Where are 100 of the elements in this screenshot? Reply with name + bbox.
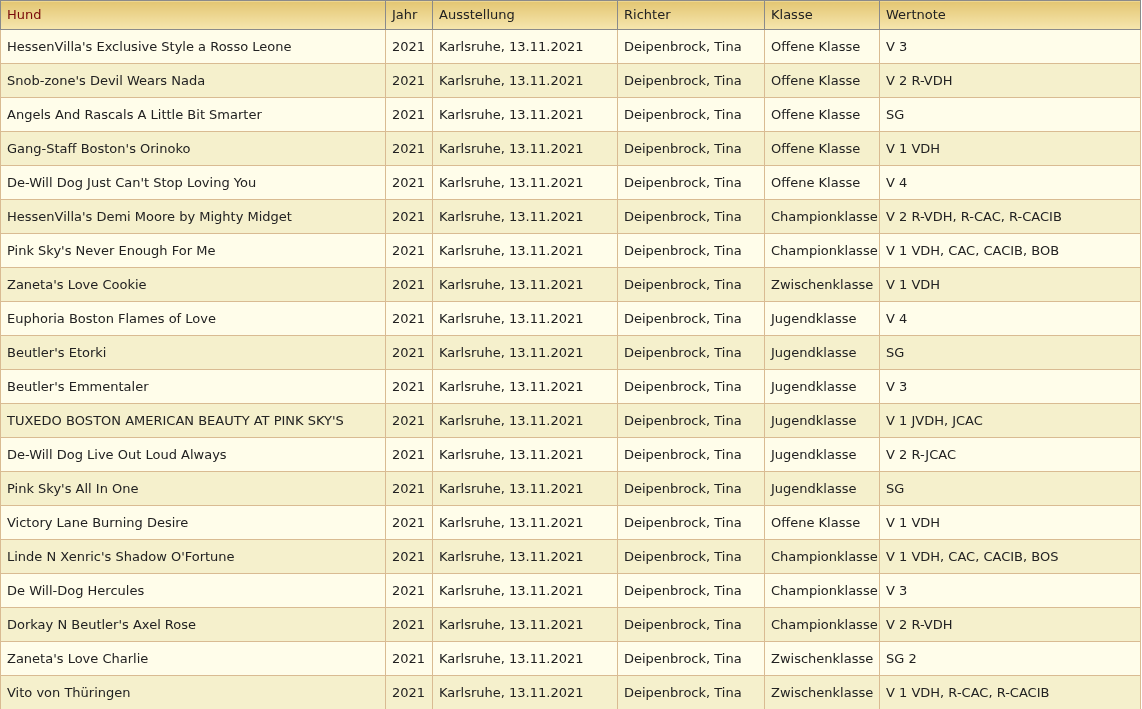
table-cell: Deipenbrock, Tina [617,607,765,642]
column-header[interactable]: Wertnote [879,0,1141,30]
table-cell: Karlsruhe, 13.11.2021 [432,165,618,200]
table-cell: Deipenbrock, Tina [617,165,765,200]
table-cell: Offene Klasse [764,131,880,166]
table-cell: Angels And Rascals A Little Bit Smarter [0,97,386,132]
table-cell: Karlsruhe, 13.11.2021 [432,641,618,676]
table-cell: Karlsruhe, 13.11.2021 [432,97,618,132]
column-header[interactable]: Klasse [764,0,880,30]
table-cell: SG 2 [879,641,1141,676]
table-cell: 2021 [385,165,433,200]
table-cell: Deipenbrock, Tina [617,233,765,268]
column-header[interactable]: Jahr [385,0,433,30]
table-cell: V 3 [879,29,1141,64]
table-cell: Pink Sky's All In One [0,471,386,506]
table-cell: Deipenbrock, Tina [617,301,765,336]
table-cell: Championklasse [764,233,880,268]
table-cell: Karlsruhe, 13.11.2021 [432,369,618,404]
table-cell: V 1 VDH, CAC, CACIB, BOS [879,539,1141,574]
table-cell: Jugendklasse [764,335,880,370]
table-cell: 2021 [385,131,433,166]
table-cell: Offene Klasse [764,97,880,132]
table-cell: 2021 [385,505,433,540]
table-cell: 2021 [385,63,433,98]
table-cell: Deipenbrock, Tina [617,29,765,64]
table-cell: Championklasse [764,607,880,642]
table-cell: Snob-zone's Devil Wears Nada [0,63,386,98]
table-cell: TUXEDO BOSTON AMERICAN BEAUTY AT PINK SKY'S [0,403,386,438]
table-cell: Deipenbrock, Tina [617,63,765,98]
table-cell: Karlsruhe, 13.11.2021 [432,29,618,64]
table-cell: Zwischenklasse [764,641,880,676]
table-cell: Deipenbrock, Tina [617,403,765,438]
table-cell: Zaneta's Love Cookie [0,267,386,302]
table-cell: V 1 VDH [879,505,1141,540]
table-cell: 2021 [385,233,433,268]
table-cell: V 2 R-VDH, R-CAC, R-CACIB [879,199,1141,234]
table-cell: Karlsruhe, 13.11.2021 [432,199,618,234]
table-cell: HessenVilla's Exclusive Style a Rosso Leone [0,29,386,64]
table-cell: HessenVilla's Demi Moore by Mighty Midget [0,199,386,234]
table-cell: Deipenbrock, Tina [617,267,765,302]
table-cell: 2021 [385,471,433,506]
table-cell: Offene Klasse [764,63,880,98]
table-cell: Championklasse [764,539,880,574]
table-cell: Karlsruhe, 13.11.2021 [432,607,618,642]
table-cell: 2021 [385,573,433,608]
table-cell: Offene Klasse [764,165,880,200]
table-cell: Karlsruhe, 13.11.2021 [432,301,618,336]
table-cell: Championklasse [764,199,880,234]
table-cell: V 3 [879,573,1141,608]
table-cell: V 2 R-JCAC [879,437,1141,472]
table-cell: Gang-Staff Boston's Orinoko [0,131,386,166]
table-cell: Dorkay N Beutler's Axel Rose [0,607,386,642]
table-cell: SG [879,471,1141,506]
table-cell: Karlsruhe, 13.11.2021 [432,267,618,302]
table-cell: 2021 [385,199,433,234]
table-cell: Karlsruhe, 13.11.2021 [432,539,618,574]
table-cell: V 4 [879,165,1141,200]
table-cell: Beutler's Etorki [0,335,386,370]
table-cell: Zwischenklasse [764,267,880,302]
table-cell: Deipenbrock, Tina [617,641,765,676]
table-cell: V 3 [879,369,1141,404]
table-cell: Karlsruhe, 13.11.2021 [432,437,618,472]
table-cell: Karlsruhe, 13.11.2021 [432,335,618,370]
table-cell: V 1 VDH [879,267,1141,302]
table-cell: Pink Sky's Never Enough For Me [0,233,386,268]
table-cell: 2021 [385,539,433,574]
table-cell: Karlsruhe, 13.11.2021 [432,573,618,608]
column-header[interactable]: Hund [0,0,386,30]
table-cell: 2021 [385,97,433,132]
table-cell: Deipenbrock, Tina [617,97,765,132]
table-cell: Deipenbrock, Tina [617,471,765,506]
table-cell: Deipenbrock, Tina [617,539,765,574]
table-cell: Linde N Xenric's Shadow O'Fortune [0,539,386,574]
table-cell: Deipenbrock, Tina [617,437,765,472]
table-cell: Beutler's Emmentaler [0,369,386,404]
table-cell: 2021 [385,369,433,404]
table-cell: V 4 [879,301,1141,336]
table-cell: SG [879,97,1141,132]
column-header[interactable]: Ausstellung [432,0,618,30]
table-cell: Euphoria Boston Flames of Love [0,301,386,336]
table-cell: De-Will Dog Just Can't Stop Loving You [0,165,386,200]
table-cell: Jugendklasse [764,301,880,336]
table-cell: Jugendklasse [764,437,880,472]
table-cell: SG [879,335,1141,370]
table-cell: Deipenbrock, Tina [617,199,765,234]
table-cell: 2021 [385,301,433,336]
table-cell: Jugendklasse [764,403,880,438]
table-cell: Deipenbrock, Tina [617,573,765,608]
table-cell: 2021 [385,29,433,64]
table-cell: Jugendklasse [764,369,880,404]
table-cell: Championklasse [764,573,880,608]
column-header[interactable]: Richter [617,0,765,30]
table-cell: Karlsruhe, 13.11.2021 [432,233,618,268]
table-cell: 2021 [385,437,433,472]
table-cell: Karlsruhe, 13.11.2021 [432,131,618,166]
table-cell: Offene Klasse [764,29,880,64]
table-cell: Karlsruhe, 13.11.2021 [432,471,618,506]
table-cell: V 1 VDH, CAC, CACIB, BOB [879,233,1141,268]
table-cell: V 1 JVDH, JCAC [879,403,1141,438]
table-cell: Karlsruhe, 13.11.2021 [432,63,618,98]
